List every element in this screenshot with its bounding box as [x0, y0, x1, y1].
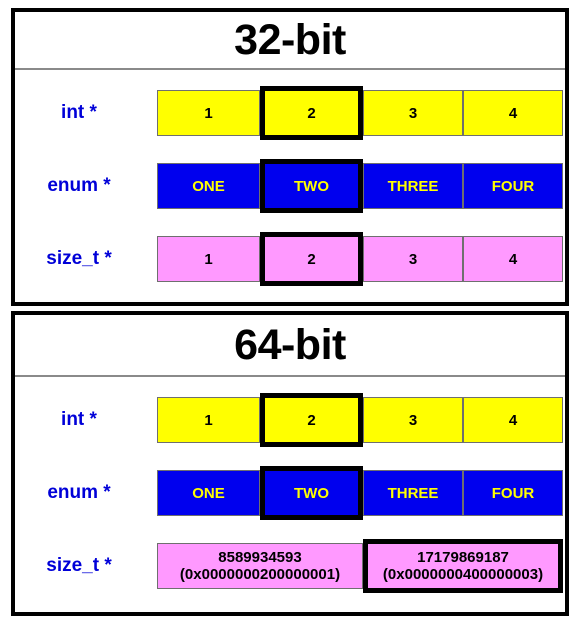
cells-enum-64: ONE TWO THREE FOUR	[146, 462, 563, 524]
cell-sizet-32-2[interactable]: 2	[260, 232, 363, 286]
panel-32bit: 32-bit int * 1 2 3 4 enum * ONE TWO THRE	[11, 8, 569, 306]
cell-int-64-4[interactable]: 4	[463, 397, 563, 443]
cell-int-32-4[interactable]: 4	[463, 90, 563, 136]
row-label-enum-32: enum *	[47, 175, 111, 196]
cell-int-64-1[interactable]: 1	[157, 397, 260, 443]
panel-32bit-title: 32-bit	[15, 12, 565, 70]
row-label-sizet-32: size_t *	[46, 248, 112, 269]
cells-sizet-64: 8589934593 (0x0000000200000001) 17179869…	[146, 535, 563, 597]
cells-sizet-32: 1 2 3 4	[146, 228, 563, 290]
row-enum-64: enum * ONE TWO THREE FOUR	[15, 462, 565, 524]
cell-sizet-64-1-hex: (0x0000000200000001)	[179, 566, 341, 583]
row-label-int-32: int *	[61, 102, 97, 123]
cells-int-32: 1 2 3 4	[146, 82, 563, 144]
cell-int-32-1[interactable]: 1	[157, 90, 260, 136]
row-sizet-64: size_t * 8589934593 (0x0000000200000001)…	[15, 535, 565, 597]
cells-enum-32: ONE TWO THREE FOUR	[146, 155, 563, 217]
cell-sizet-64-2-decimal: 17179869187	[417, 548, 509, 566]
row-sizet-32: size_t * 1 2 3 4	[15, 228, 565, 290]
panel-64bit-title: 64-bit	[15, 315, 565, 377]
cell-sizet-64-1[interactable]: 8589934593 (0x0000000200000001)	[157, 543, 363, 589]
cell-int-32-2[interactable]: 2	[260, 86, 363, 140]
cell-sizet-64-1-decimal: 8589934593	[218, 548, 302, 566]
cells-int-64: 1 2 3 4	[146, 389, 563, 451]
cell-enum-64-4[interactable]: FOUR	[463, 470, 563, 516]
cell-sizet-32-4[interactable]: 4	[463, 236, 563, 282]
row-label-sizet-64: size_t *	[46, 555, 112, 576]
cell-enum-32-3[interactable]: THREE	[363, 163, 463, 209]
cell-sizet-64-2[interactable]: 17179869187 (0x0000000400000003)	[363, 539, 563, 593]
cell-enum-64-2[interactable]: TWO	[260, 466, 363, 520]
cell-int-32-3[interactable]: 3	[363, 90, 463, 136]
cell-int-64-3[interactable]: 3	[363, 397, 463, 443]
cell-enum-32-2[interactable]: TWO	[260, 159, 363, 213]
row-int-64: int * 1 2 3 4	[15, 389, 565, 451]
diagram-root: 32-bit int * 1 2 3 4 enum * ONE TWO THRE	[0, 0, 580, 624]
row-label-enum-64: enum *	[47, 482, 111, 503]
panel-title-text: 32-bit	[234, 15, 346, 64]
row-enum-32: enum * ONE TWO THREE FOUR	[15, 155, 565, 217]
panel-64bit: 64-bit int * 1 2 3 4 enum * ONE TWO THRE	[11, 311, 569, 616]
cell-sizet-32-3[interactable]: 3	[363, 236, 463, 282]
cell-enum-32-1[interactable]: ONE	[157, 163, 260, 209]
panel-title-text: 64-bit	[234, 320, 346, 369]
cell-enum-64-1[interactable]: ONE	[157, 470, 260, 516]
cell-enum-32-4[interactable]: FOUR	[463, 163, 563, 209]
row-label-int-64: int *	[61, 409, 97, 430]
cell-enum-64-3[interactable]: THREE	[363, 470, 463, 516]
cell-int-64-2[interactable]: 2	[260, 393, 363, 447]
cell-sizet-64-2-hex: (0x0000000400000003)	[382, 566, 544, 583]
cell-sizet-32-1[interactable]: 1	[157, 236, 260, 282]
row-int-32: int * 1 2 3 4	[15, 82, 565, 144]
